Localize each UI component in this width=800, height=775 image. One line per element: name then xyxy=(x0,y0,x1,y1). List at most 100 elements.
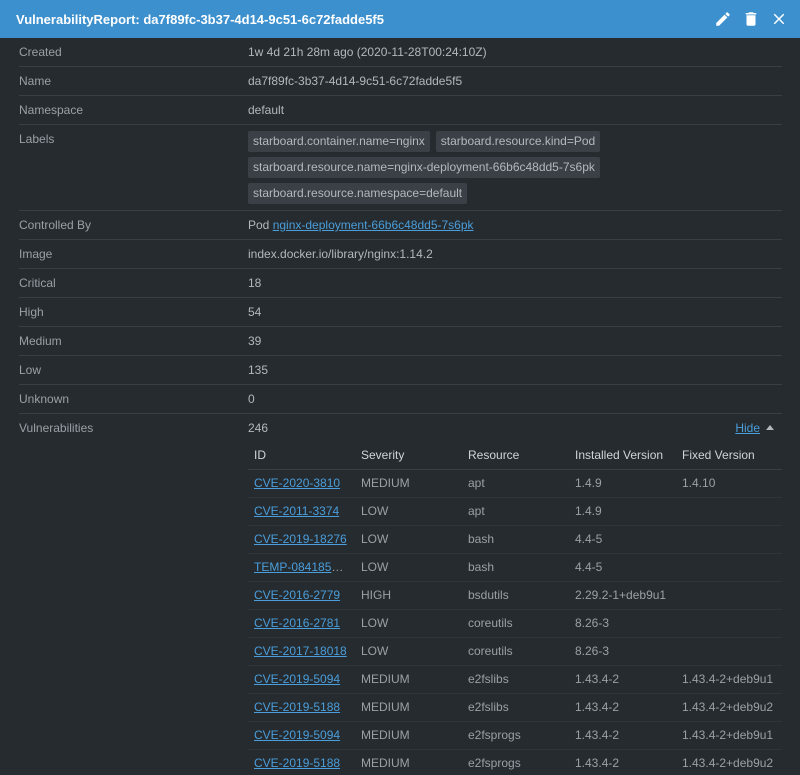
owner-kind: Pod xyxy=(248,218,270,232)
pencil-icon[interactable] xyxy=(712,8,734,30)
resource-cell: e2fslibs xyxy=(462,665,569,694)
fixed-version-cell xyxy=(676,497,782,526)
critical-count: 18 xyxy=(248,276,262,290)
cve-link[interactable]: CVE-2019-5188 xyxy=(254,756,340,770)
installed-version-cell: 4.4-5 xyxy=(569,553,676,582)
detail-row-vulnerabilities: Vulnerabilities 246 Hide ID Severity Res… xyxy=(19,414,782,775)
hide-toggle-button[interactable]: Hide xyxy=(735,421,774,435)
detail-label: Vulnerabilities xyxy=(19,421,94,435)
severity-cell: MEDIUM xyxy=(355,721,462,750)
id-cell: CVE-2019-5188 xyxy=(248,693,355,722)
detail-label: Unknown xyxy=(19,392,70,406)
fixed-version-cell: 1.43.4-2+deb9u1 xyxy=(676,721,782,750)
cve-link[interactable]: CVE-2019-5094 xyxy=(254,728,340,742)
resource-cell: apt xyxy=(462,497,569,526)
cve-link[interactable]: CVE-2017-18018 xyxy=(254,644,347,658)
cve-link[interactable]: CVE-2019-5094 xyxy=(254,672,340,686)
label-chip: starboard.container.name=nginx xyxy=(248,131,430,152)
detail-label: Medium xyxy=(19,334,62,348)
column-header-fixed-version[interactable]: Fixed Version xyxy=(676,441,782,470)
table-row: CVE-2020-3810 MEDIUM apt 1.4.9 1.4.10 xyxy=(248,469,782,498)
low-count: 135 xyxy=(248,363,269,377)
detail-row-image: Image index.docker.io/library/nginx:1.14… xyxy=(19,240,782,269)
detail-row-controlled-by: Controlled By Pod nginx-deployment-66b6c… xyxy=(19,211,782,240)
id-cell: CVE-2016-2779 xyxy=(248,581,355,610)
installed-version-cell: 1.43.4-2 xyxy=(569,749,676,775)
details-panel: Created 1w 4d 21h 28m ago (2020-11-28T00… xyxy=(0,38,800,775)
resource-cell: bash xyxy=(462,525,569,554)
detail-label: Low xyxy=(19,363,42,377)
fixed-version-cell: 1.43.4-2+deb9u2 xyxy=(676,749,782,775)
id-cell: CVE-2019-5188 xyxy=(248,749,355,775)
installed-version-cell: 1.4.9 xyxy=(569,469,676,498)
detail-row-created: Created 1w 4d 21h 28m ago (2020-11-28T00… xyxy=(19,38,782,67)
severity-cell: LOW xyxy=(355,497,462,526)
detail-row-name: Name da7f89fc-3b37-4d14-9c51-6c72fadde5f… xyxy=(19,67,782,96)
id-cell: CVE-2019-5094 xyxy=(248,665,355,694)
installed-version-cell: 1.43.4-2 xyxy=(569,693,676,722)
detail-row-labels: Labels starboard.container.name=nginx st… xyxy=(19,125,782,211)
resource-cell: apt xyxy=(462,469,569,498)
table-row: CVE-2019-5188 MEDIUM e2fslibs 1.43.4-2 1… xyxy=(248,693,782,722)
installed-version-cell: 4.4-5 xyxy=(569,525,676,554)
detail-row-high: High 54 xyxy=(19,298,782,327)
vulnerabilities-header: 246 Hide xyxy=(248,421,782,435)
table-row: CVE-2011-3374 LOW apt 1.4.9 xyxy=(248,497,782,526)
detail-label: Labels xyxy=(19,132,55,146)
detail-label: Name xyxy=(19,74,52,88)
fixed-version-cell xyxy=(676,609,782,638)
resource-cell: e2fsprogs xyxy=(462,721,569,750)
detail-row-low: Low 135 xyxy=(19,356,782,385)
label-chip: starboard.resource.kind=Pod xyxy=(435,131,601,152)
cve-link[interactable]: CVE-2019-18276 xyxy=(254,532,347,546)
panel-header: VulnerabilityReport: da7f89fc-3b37-4d14-… xyxy=(0,0,800,38)
column-header-installed-version[interactable]: Installed Version xyxy=(569,441,676,470)
created-value: 1w 4d 21h 28m ago (2020-11-28T00:24:10Z) xyxy=(248,45,487,59)
detail-row-critical: Critical 18 xyxy=(19,269,782,298)
installed-version-cell: 1.4.9 xyxy=(569,497,676,526)
cve-link[interactable]: TEMP-0841856… xyxy=(254,560,350,574)
column-header-severity[interactable]: Severity xyxy=(355,441,462,470)
id-cell: CVE-2020-3810 xyxy=(248,469,355,498)
cve-link[interactable]: CVE-2016-2781 xyxy=(254,616,340,630)
owner-link[interactable]: nginx-deployment-66b6c48dd5-7s6pk xyxy=(273,218,474,232)
close-icon[interactable] xyxy=(768,8,790,30)
id-cell: CVE-2016-2781 xyxy=(248,609,355,638)
severity-cell: MEDIUM xyxy=(355,469,462,498)
id-cell: CVE-2019-18276 xyxy=(248,525,355,554)
table-row: CVE-2016-2781 LOW coreutils 8.26-3 xyxy=(248,609,782,638)
fixed-version-cell xyxy=(676,637,782,666)
cve-link[interactable]: CVE-2011-3374 xyxy=(254,504,339,518)
vulnerabilities-count: 246 xyxy=(248,421,269,435)
trash-icon[interactable] xyxy=(740,8,762,30)
unknown-count: 0 xyxy=(248,392,255,406)
severity-cell: MEDIUM xyxy=(355,693,462,722)
detail-label: Namespace xyxy=(19,103,84,117)
table-row: CVE-2019-5094 MEDIUM e2fsprogs 1.43.4-2 … xyxy=(248,721,782,750)
column-header-resource[interactable]: Resource xyxy=(462,441,569,470)
severity-cell: LOW xyxy=(355,525,462,554)
id-cell: CVE-2019-5094 xyxy=(248,721,355,750)
severity-cell: MEDIUM xyxy=(355,665,462,694)
detail-row-medium: Medium 39 xyxy=(19,327,782,356)
name-value: da7f89fc-3b37-4d14-9c51-6c72fadde5f5 xyxy=(248,74,463,88)
label-chip: starboard.resource.name=nginx-deployment… xyxy=(248,157,600,178)
installed-version-cell: 8.26-3 xyxy=(569,609,676,638)
id-cell: CVE-2011-3374 xyxy=(248,497,355,526)
fixed-version-cell xyxy=(676,581,782,610)
fixed-version-cell: 1.43.4-2+deb9u2 xyxy=(676,693,782,722)
cve-link[interactable]: CVE-2019-5188 xyxy=(254,700,340,714)
severity-cell: HIGH xyxy=(355,581,462,610)
cve-link[interactable]: CVE-2016-2779 xyxy=(254,588,340,602)
high-count: 54 xyxy=(248,305,262,319)
id-cell: TEMP-0841856… xyxy=(248,553,355,582)
column-header-id[interactable]: ID xyxy=(248,441,355,470)
cve-link[interactable]: CVE-2020-3810 xyxy=(254,476,340,490)
panel-title: VulnerabilityReport: da7f89fc-3b37-4d14-… xyxy=(16,11,384,27)
detail-row-unknown: Unknown 0 xyxy=(19,385,782,414)
table-row: CVE-2019-18276 LOW bash 4.4-5 xyxy=(248,525,782,554)
labels-value: starboard.container.name=nginx starboard… xyxy=(248,125,782,210)
namespace-value: default xyxy=(248,103,285,117)
table-row: CVE-2019-5188 MEDIUM e2fsprogs 1.43.4-2 … xyxy=(248,749,782,775)
detail-label: Controlled By xyxy=(19,218,92,232)
